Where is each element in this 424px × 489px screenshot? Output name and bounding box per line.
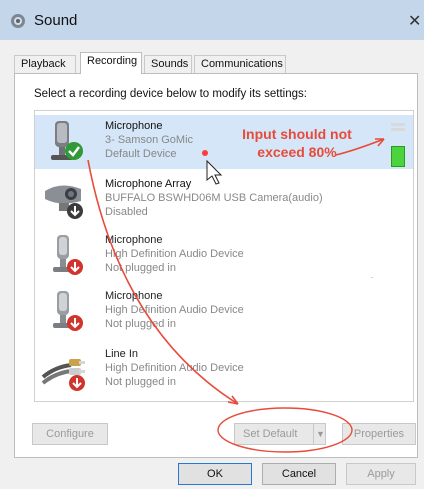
split-divider: [313, 424, 314, 444]
rca-cable-icon: [41, 359, 85, 391]
chevron-down-icon[interactable]: ▼: [316, 424, 325, 444]
green-check-icon: [65, 142, 83, 160]
device-description: 3- Samson GoMic: [105, 134, 194, 146]
device-status: Not plugged in: [105, 318, 176, 330]
device-text: Microphone High Definition Audio Device …: [105, 233, 244, 275]
device-item-line-in[interactable]: Line In High Definition Audio Device Not…: [35, 343, 413, 397]
device-name: Microphone: [105, 234, 163, 246]
disabled-arrow-icon: [67, 203, 83, 219]
device-item-microphone-array[interactable]: Microphone Array BUFFALO BSWHD06M USB Ca…: [35, 173, 413, 227]
red-down-arrow-icon: [67, 259, 83, 275]
title-bar: Sound ✕: [0, 0, 424, 40]
red-down-arrow-icon: [69, 375, 85, 391]
tab-sounds[interactable]: Sounds: [144, 55, 192, 73]
device-text: Microphone Array BUFFALO BSWHD06M USB Ca…: [105, 177, 323, 219]
device-name: Line In: [105, 348, 139, 360]
annotation-line-2: exceed 80%: [257, 144, 337, 160]
device-description: High Definition Audio Device: [105, 248, 244, 260]
device-item-hd-microphone-1[interactable]: Microphone High Definition Audio Device …: [35, 229, 413, 283]
device-description: High Definition Audio Device: [105, 362, 244, 374]
microphone-icon: [53, 291, 83, 331]
device-status: Not plugged in: [105, 262, 176, 274]
level-meter-fill: [391, 146, 405, 167]
tab-recording[interactable]: Recording: [80, 52, 142, 74]
tab-playback[interactable]: Playback: [14, 55, 76, 73]
set-default-label: Set Default: [243, 428, 298, 440]
device-text: Line In High Definition Audio Device Not…: [105, 347, 244, 389]
device-description: BUFFALO BSWHD06M USB Camera(audio): [105, 192, 323, 204]
microphone-icon: [51, 121, 83, 160]
annotation-text: Input should not exceed 80%: [222, 125, 372, 161]
device-name: Microphone: [105, 290, 163, 302]
speaker-icon: [11, 14, 25, 28]
device-status: Not plugged in: [105, 376, 176, 388]
apply-button[interactable]: Apply: [346, 463, 416, 485]
tab-communications[interactable]: Communications: [194, 55, 286, 73]
set-default-button[interactable]: Set Default ▼: [234, 423, 326, 445]
device-item-hd-microphone-2[interactable]: Microphone High Definition Audio Device …: [35, 285, 413, 339]
close-button[interactable]: ✕: [408, 11, 421, 31]
red-down-arrow-icon: [67, 315, 83, 331]
window-title: Sound: [34, 12, 78, 29]
configure-button[interactable]: Configure: [32, 423, 108, 445]
device-text: Microphone 3- Samson GoMic Default Devic…: [105, 119, 193, 161]
microphone-icon: [53, 235, 83, 275]
device-name: Microphone: [105, 120, 163, 132]
device-status: Disabled: [105, 206, 148, 218]
device-name: Microphone Array: [105, 178, 192, 190]
instruction-text: Select a recording device below to modif…: [34, 88, 307, 100]
device-text: Microphone High Definition Audio Device …: [105, 289, 244, 331]
level-meter: [391, 123, 405, 167]
cancel-button[interactable]: Cancel: [262, 463, 336, 485]
webcam-icon: [45, 185, 83, 219]
annotation-line-1: Input should not: [242, 126, 352, 142]
properties-button[interactable]: Properties: [342, 423, 416, 445]
ok-button[interactable]: OK: [178, 463, 252, 485]
device-status: Default Device: [105, 148, 177, 160]
device-description: High Definition Audio Device: [105, 304, 244, 316]
